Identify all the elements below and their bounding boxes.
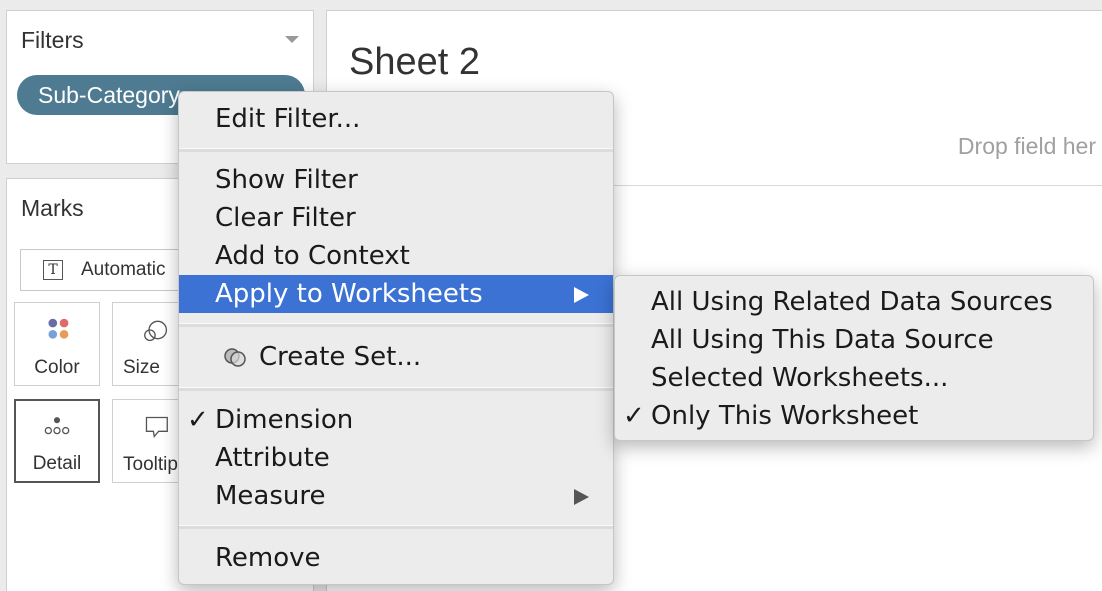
menu-item-label: Edit Filter... [215,104,361,134]
menu-item-add-to-context[interactable]: Add to Context [179,237,613,275]
mark-type-label: Automatic [81,259,166,280]
submenu-item-all-related-sources[interactable]: All Using Related Data Sources [615,283,1093,321]
menu-item-show-filter[interactable]: Show Filter [179,161,613,199]
menu-separator [179,323,613,327]
checkmark-icon: ✓ [623,401,645,431]
menu-item-label: Add to Context [215,241,410,271]
detail-icon [44,417,70,435]
submenu-arrow-icon [574,287,589,303]
menu-separator [179,525,613,529]
menu-item-label: Only This Worksheet [651,401,919,431]
menu-item-label: Create Set... [259,342,422,372]
submenu-item-selected-worksheets[interactable]: Selected Worksheets... [615,359,1093,397]
menu-item-edit-filter[interactable]: Edit Filter... [179,100,613,138]
color-icon [48,318,69,339]
menu-separator [179,148,613,152]
menu-item-create-set[interactable]: Create Set... [179,338,613,376]
menu-item-apply-to-worksheets[interactable]: Apply to Worksheets [179,275,613,313]
menu-item-remove[interactable]: Remove [179,539,613,577]
color-button[interactable]: Color [14,302,100,386]
menu-item-label: All Using This Data Source [651,325,994,355]
detail-button[interactable]: Detail [14,399,100,483]
menu-item-label: Selected Worksheets... [651,363,949,393]
color-label: Color [34,357,80,378]
menu-item-measure[interactable]: Measure [179,477,613,515]
menu-item-label: Remove [215,543,321,573]
menu-item-clear-filter[interactable]: Clear Filter [179,199,613,237]
drop-field-hint: Drop field her [957,133,1096,159]
detail-label: Detail [32,453,82,474]
menu-separator [179,387,613,391]
sheet-title[interactable]: Sheet 2 [349,41,480,84]
set-icon [224,348,246,367]
menu-item-label: All Using Related Data Sources [651,287,1053,317]
menu-item-dimension[interactable]: ✓ Dimension [179,401,613,439]
filters-dropdown-icon[interactable] [285,36,299,43]
menu-item-label: Show Filter [215,165,358,195]
checkmark-icon: ✓ [187,405,209,435]
menu-item-label: Attribute [215,443,330,473]
menu-item-label: Measure [215,481,326,511]
filter-context-menu: Edit Filter... Show Filter Clear Filter … [178,91,614,585]
submenu-item-only-this-worksheet[interactable]: ✓ Only This Worksheet [615,397,1093,435]
submenu-item-all-this-source[interactable]: All Using This Data Source [615,321,1093,359]
marks-title: Marks [21,195,84,221]
filters-title: Filters [21,27,84,53]
menu-item-label: Dimension [215,405,354,435]
submenu-arrow-icon [574,489,589,505]
menu-item-attribute[interactable]: Attribute [179,439,613,477]
menu-item-label: Clear Filter [215,203,356,233]
text-mark-icon: T [43,260,63,280]
menu-item-label: Apply to Worksheets [215,279,483,309]
apply-to-worksheets-submenu: All Using Related Data Sources All Using… [614,275,1094,441]
